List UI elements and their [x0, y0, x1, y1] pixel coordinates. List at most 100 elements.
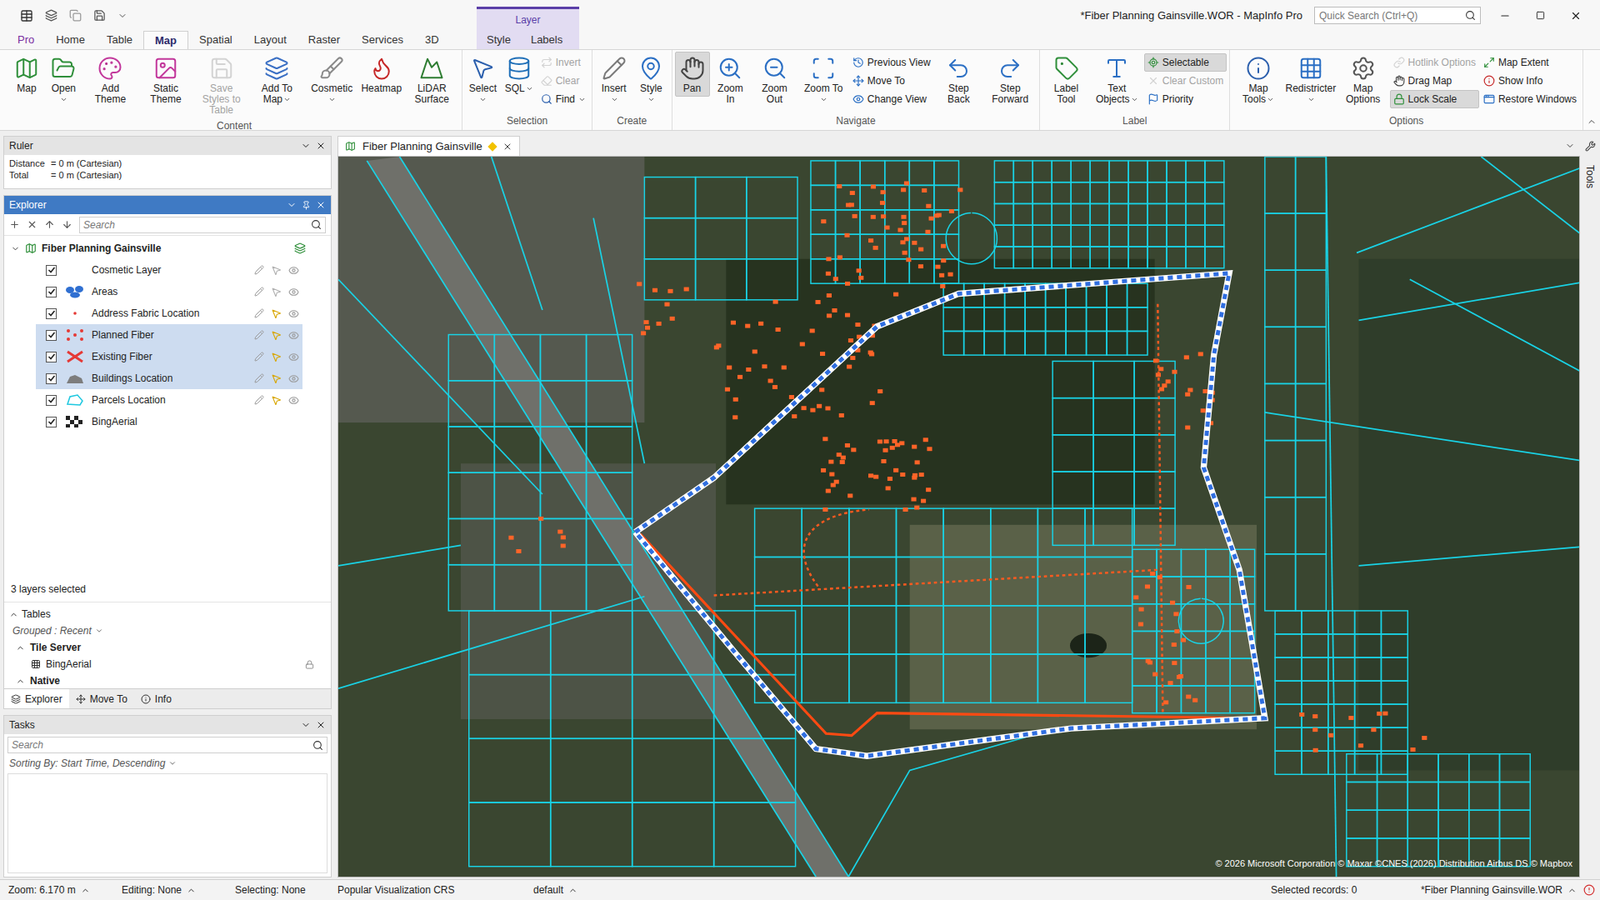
status-style[interactable]: default: [533, 882, 564, 898]
visibility-icon[interactable]: [288, 395, 300, 406]
layer-checkbox[interactable]: [45, 286, 57, 298]
layer-row[interactable]: Buildings Location: [35, 367, 303, 390]
quick-access-menu-icon[interactable]: [117, 10, 128, 21]
quick-open-icon[interactable]: [45, 9, 58, 22]
editable-icon[interactable]: [254, 373, 265, 384]
visibility-icon[interactable]: [288, 351, 300, 363]
ribbon-button[interactable]: Pan: [675, 51, 710, 97]
minimize-icon[interactable]: [1499, 10, 1511, 22]
ribbon-button[interactable]: Zoom Out: [750, 51, 798, 108]
ribbon-small-button[interactable]: Invert: [537, 53, 590, 72]
visibility-icon[interactable]: [288, 286, 300, 298]
layer-checkbox[interactable]: [45, 416, 57, 428]
contextual-tab[interactable]: Style: [476, 30, 521, 50]
ribbon-button[interactable]: Add Theme: [83, 51, 139, 108]
ribbon-small-button[interactable]: Previous View: [849, 53, 935, 72]
ribbon-button[interactable]: Step Forward: [983, 51, 1037, 108]
ribbon-button[interactable]: Insert: [595, 51, 633, 108]
ribbon-small-button[interactable]: Clear: [537, 71, 590, 90]
status-menu-icon[interactable]: [1567, 885, 1577, 895]
quick-search[interactable]: Quick Search (Ctrl+Q): [1314, 6, 1481, 25]
ribbon-button[interactable]: Style: [633, 51, 669, 108]
close-window-icon[interactable]: [1570, 10, 1582, 22]
ribbon-small-button[interactable]: Show Info: [1480, 71, 1580, 90]
editable-icon[interactable]: [254, 265, 265, 275]
ribbon-button[interactable]: Map Tools: [1232, 51, 1285, 108]
ribbon-button[interactable]: Zoom To: [799, 51, 849, 108]
layer-checkbox[interactable]: [45, 308, 57, 320]
ribbon-tab[interactable]: Raster: [297, 30, 351, 50]
status-crs[interactable]: Popular Visualization CRS: [337, 884, 455, 896]
ribbon-button[interactable]: Save Styles to Table: [194, 51, 250, 119]
close-icon[interactable]: [315, 720, 326, 730]
panel-tab[interactable]: Explorer: [4, 689, 70, 709]
tasks-sorting[interactable]: Sorting By: Start Time, Descending: [4, 753, 331, 774]
maximize-icon[interactable]: [1535, 10, 1545, 20]
table-group[interactable]: Native: [9, 672, 326, 689]
ribbon-button[interactable]: LiDAR Surface: [404, 51, 460, 108]
selectable-icon[interactable]: [270, 395, 282, 406]
ribbon-tab[interactable]: Layout: [243, 30, 298, 50]
ribbon-button[interactable]: Add To Map: [250, 51, 305, 108]
layer-row[interactable]: Cosmetic Layer: [35, 259, 303, 281]
ribbon-small-button[interactable]: Hotlink Options: [1390, 53, 1480, 72]
ribbon-button[interactable]: Heatmap: [359, 51, 404, 97]
selectable-icon[interactable]: [270, 265, 282, 276]
map-canvas[interactable]: [338, 156, 1580, 877]
ribbon-button[interactable]: SQL: [501, 51, 537, 97]
map-tab[interactable]: Fiber Planning Gainsville: [337, 135, 520, 156]
ribbon-tab[interactable]: Table: [95, 30, 144, 50]
ribbon-tab[interactable]: Services: [350, 30, 415, 50]
add-layer-icon[interactable]: [9, 219, 20, 230]
editable-icon[interactable]: [254, 351, 265, 362]
status-menu-icon[interactable]: [186, 885, 196, 895]
layer-checkbox[interactable]: [45, 351, 57, 363]
selectable-icon[interactable]: [270, 308, 282, 320]
contextual-tab[interactable]: Labels: [520, 30, 573, 50]
ribbon-button[interactable]: Static Theme: [138, 51, 194, 108]
remove-layer-icon[interactable]: [26, 219, 38, 230]
ribbon-button[interactable]: Cosmetic: [305, 51, 359, 108]
quick-copy-icon[interactable]: [69, 9, 82, 22]
visibility-icon[interactable]: [288, 308, 300, 320]
layer-row[interactable]: Planned Fiber: [35, 324, 303, 346]
ribbon-tab[interactable]: Spatial: [188, 30, 244, 50]
ribbon-button[interactable]: Step Back: [935, 51, 984, 108]
visibility-icon[interactable]: [288, 265, 300, 276]
visibility-icon[interactable]: [288, 373, 300, 385]
editable-icon[interactable]: [254, 286, 265, 297]
ribbon-tab[interactable]: Home: [45, 30, 96, 50]
ribbon-tab[interactable]: Map: [143, 30, 189, 50]
collapse-icon[interactable]: [15, 643, 25, 653]
close-tab-icon[interactable]: [502, 141, 513, 152]
layer-checkbox[interactable]: [45, 265, 57, 276]
selectable-icon[interactable]: [270, 286, 282, 298]
tables-header[interactable]: Tables: [9, 605, 326, 623]
panel-menu-icon[interactable]: [300, 140, 311, 151]
panel-menu-icon[interactable]: [286, 200, 297, 210]
tools-strip[interactable]: Tools: [1580, 135, 1600, 878]
ribbon-button[interactable]: Label Tool: [1042, 51, 1090, 108]
selectable-icon[interactable]: [270, 330, 282, 341]
ribbon-small-button[interactable]: Priority: [1144, 90, 1227, 109]
editable-icon[interactable]: [254, 308, 265, 319]
ribbon-small-button[interactable]: Map Extent: [1480, 53, 1580, 72]
tasks-search[interactable]: Search: [7, 736, 328, 754]
panel-tab[interactable]: Info: [134, 689, 179, 709]
ribbon-tab[interactable]: 3D: [414, 30, 450, 50]
layer-row[interactable]: Existing Fiber: [35, 345, 303, 368]
editable-icon[interactable]: [254, 395, 265, 405]
error-icon[interactable]: [1583, 884, 1595, 896]
ribbon-small-button[interactable]: Selectable: [1144, 53, 1227, 72]
ribbon-small-button[interactable]: Find: [537, 90, 590, 109]
layer-checkbox[interactable]: [45, 395, 57, 406]
status-menu-icon[interactable]: [80, 885, 90, 895]
ribbon-button[interactable]: Select: [465, 51, 501, 108]
ribbon-button[interactable]: Map: [9, 51, 45, 97]
ribbon-button[interactable]: Text Objects: [1090, 51, 1144, 108]
grouping-selector[interactable]: Grouped : Recent: [9, 622, 326, 640]
ribbon-small-button[interactable]: Drag Map: [1390, 71, 1480, 90]
collapse-icon[interactable]: [9, 610, 19, 620]
layer-row[interactable]: BingAerial: [35, 410, 303, 433]
layer-checkbox[interactable]: [45, 373, 57, 385]
